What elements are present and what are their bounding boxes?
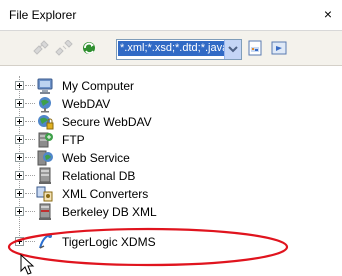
expand-icon[interactable] [15,171,24,180]
tree-node-berkeley-db-xml[interactable]: Berkeley DB XML [0,203,320,221]
file-explorer-panel: File Explorer × *.xml;*.xsd;*.dtd;*.jav … [0,0,342,275]
tree-node-label: WebDAV [62,97,111,111]
tree-node-webdav[interactable]: WebDAV [0,95,320,113]
open-file-icon[interactable] [271,40,289,56]
expand-icon[interactable] [15,117,24,126]
close-icon[interactable]: × [320,6,336,22]
tree-node-ftp[interactable]: FTP [0,131,320,149]
panel-titlebar: File Explorer × [0,0,342,31]
web-service-icon [36,149,54,167]
computer-icon [36,77,54,95]
refresh-icon[interactable] [80,40,98,56]
expand-icon[interactable] [15,135,24,144]
tree-node-label: My Computer [62,79,135,93]
expand-icon[interactable] [15,237,24,246]
expand-icon[interactable] [15,189,24,198]
new-file-icon[interactable] [247,40,265,56]
tigerlogic-icon [36,233,54,251]
connect-icon[interactable] [32,40,50,56]
expand-icon[interactable] [15,81,24,90]
tree-node-tigerlogic-xdms[interactable]: TigerLogic XDMS [0,233,320,251]
tree-node-label: Secure WebDAV [62,115,152,129]
file-filter-value[interactable]: *.xml;*.xsd;*.dtd;*.java;* [118,41,224,56]
disconnect-icon[interactable] [55,39,73,56]
toolbar: *.xml;*.xsd;*.dtd;*.java;* [0,31,342,66]
tree-node-label: XML Converters [62,187,149,201]
file-filter-combo[interactable]: *.xml;*.xsd;*.dtd;*.java;* [116,39,242,60]
secure-webdav-icon [36,113,54,131]
panel-title: File Explorer [9,8,77,22]
berkeley-db-icon [36,203,54,221]
chevron-down-icon[interactable] [224,40,241,59]
expand-icon[interactable] [15,153,24,162]
tree-node-label: Berkeley DB XML [62,205,157,219]
tree-node-label: Relational DB [62,169,136,183]
tree-node-label: TigerLogic XDMS [62,235,156,249]
tree-node-xml-converters[interactable]: XML Converters [0,185,320,203]
tree-node-secure-webdav[interactable]: Secure WebDAV [0,113,320,131]
database-icon [36,167,54,185]
tree-node-web-service[interactable]: Web Service [0,149,320,167]
expand-icon[interactable] [15,99,24,108]
ftp-icon [36,131,54,149]
tree-node-label: Web Service [62,151,130,165]
tree-node-label: FTP [62,133,85,147]
expand-icon[interactable] [15,207,24,216]
webdav-icon [36,95,54,113]
tree-node-my-computer[interactable]: My Computer [0,77,320,95]
tree-node-relational-db[interactable]: Relational DB [0,167,320,185]
xml-converters-icon [36,185,54,203]
